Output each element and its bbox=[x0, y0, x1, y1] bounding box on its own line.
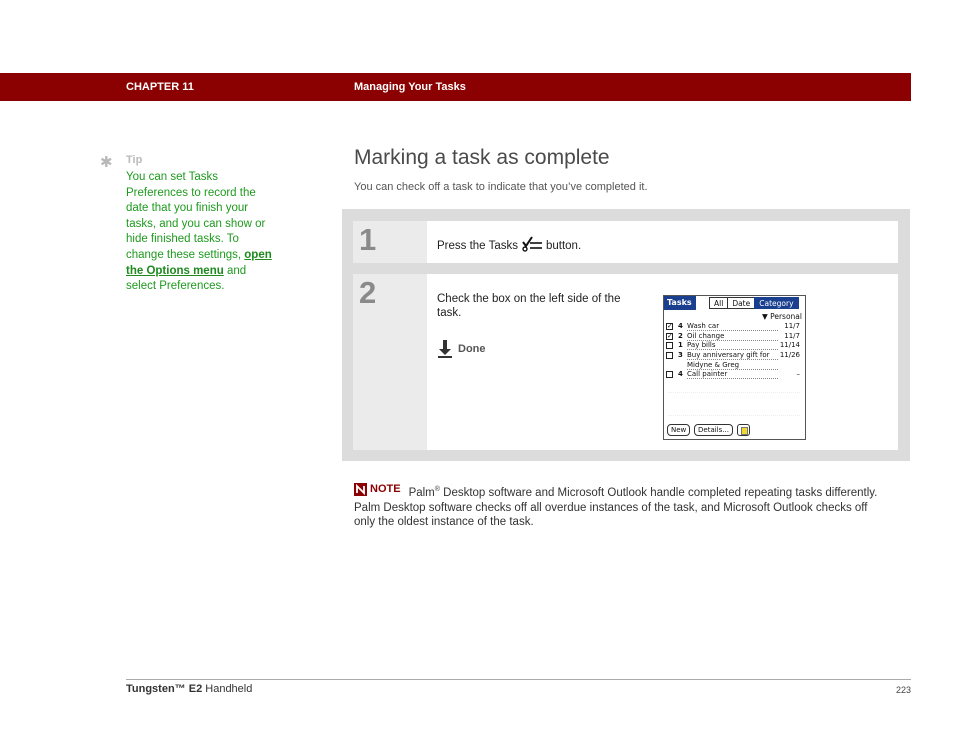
palm-title-bar: Tasks All Date Category bbox=[664, 296, 805, 310]
palm-button-bar: New Details... bbox=[664, 424, 805, 438]
asterisk-icon: ✱ bbox=[100, 154, 113, 171]
steps-panel: 1 Press the Tasks button. 2 Check the bo… bbox=[342, 209, 910, 461]
palm-empty-area bbox=[668, 392, 800, 416]
palm-task-row[interactable]: 4 Call painter – bbox=[666, 370, 804, 380]
task-due-date: – bbox=[796, 370, 801, 379]
step-number: 2 bbox=[359, 275, 377, 310]
done-arrow-icon bbox=[438, 340, 452, 358]
note-icon[interactable] bbox=[737, 424, 750, 436]
palm-task-list: ✓ 4 Wash car 11/7 ✓ 2 Oil change 11/7 1 … bbox=[666, 322, 804, 380]
task-checkbox[interactable] bbox=[666, 342, 673, 350]
step-1-text: Press the Tasks button. bbox=[437, 236, 581, 252]
palm-details-button[interactable]: Details... bbox=[694, 424, 733, 436]
task-checkbox[interactable]: ✓ bbox=[666, 323, 673, 330]
chapter-title: Managing Your Tasks bbox=[354, 81, 466, 93]
task-priority: 4 bbox=[678, 370, 683, 379]
note-label: NOTE bbox=[370, 483, 401, 495]
task-description: Wash car bbox=[687, 322, 720, 330]
step-1-text-after: button. bbox=[545, 240, 582, 252]
task-due-date: 11/14 bbox=[779, 341, 800, 350]
palm-task-row-continuation: Midyne & Greg bbox=[666, 361, 804, 371]
done-indicator: Done bbox=[437, 340, 486, 358]
step-2-text: Check the box on the left side of the ta… bbox=[437, 293, 621, 319]
footer-product: Tungsten™ E2 Handheld bbox=[126, 683, 252, 695]
step-1-text-before: Press the Tasks bbox=[437, 240, 518, 252]
task-priority: 1 bbox=[678, 341, 683, 350]
chapter-header-bar: CHAPTER 11 Managing Your Tasks bbox=[0, 73, 911, 101]
task-priority: 2 bbox=[678, 331, 683, 340]
task-description: Call painter bbox=[687, 370, 728, 379]
footer-product-name: Tungsten™ E2 bbox=[126, 683, 203, 695]
task-priority: 3 bbox=[678, 351, 683, 360]
section-title: Marking a task as complete bbox=[354, 146, 610, 169]
palm-task-row[interactable]: ✓ 4 Wash car 11/7 bbox=[666, 322, 804, 332]
footer-product-suffix: Handheld bbox=[202, 683, 253, 695]
step-1: 1 Press the Tasks button. bbox=[353, 221, 898, 263]
task-description: Buy anniversary gift for bbox=[687, 351, 770, 360]
note-icon bbox=[354, 482, 367, 496]
palm-tab-all[interactable]: All bbox=[709, 297, 729, 309]
palm-tab-bar: All Date Category bbox=[709, 297, 799, 309]
task-checkbox[interactable]: ✓ bbox=[666, 332, 673, 340]
tasks-button-icon bbox=[522, 236, 542, 252]
step-2: 2 Check the box on the left side of the … bbox=[353, 274, 898, 450]
dotted-leader bbox=[687, 378, 778, 380]
step-number-column: 2 bbox=[353, 274, 427, 450]
palm-category-selector[interactable]: ▼ Personal bbox=[762, 312, 802, 321]
note-brand: Palm bbox=[408, 486, 435, 499]
palm-task-row[interactable]: 1 Pay bills 11/14 bbox=[666, 341, 804, 351]
task-description: Midyne & Greg bbox=[687, 360, 740, 369]
palm-tasks-screenshot: Tasks All Date Category ▼ Personal ✓ 4 W… bbox=[663, 295, 806, 440]
done-label: Done bbox=[458, 343, 486, 355]
palm-task-row[interactable]: ✓ 2 Oil change 11/7 bbox=[666, 332, 804, 342]
palm-task-row[interactable]: 3 Buy anniversary gift for 11/26 bbox=[666, 351, 804, 361]
page-number: 223 bbox=[896, 685, 912, 695]
note-paragraph: NOTE Palm® Desktop software and Microsof… bbox=[354, 482, 890, 530]
task-due-date: 11/7 bbox=[784, 322, 800, 330]
tip-text: You can set Tasks Preferences to record … bbox=[126, 170, 276, 295]
note-heading: NOTE bbox=[354, 482, 401, 497]
task-due-date: 11/7 bbox=[784, 331, 800, 340]
task-due-date: 11/26 bbox=[779, 351, 800, 360]
tip-text-before: You can set Tasks Preferences to record … bbox=[126, 171, 266, 261]
task-checkbox[interactable] bbox=[666, 371, 673, 379]
task-description: Pay bills bbox=[687, 341, 716, 350]
step-number-column: 1 bbox=[353, 221, 427, 263]
task-priority: 4 bbox=[678, 322, 683, 330]
tip-label: Tip bbox=[126, 154, 143, 166]
chapter-number: CHAPTER 11 bbox=[126, 81, 194, 93]
palm-tab-date[interactable]: Date bbox=[727, 297, 756, 309]
palm-app-title: Tasks bbox=[664, 296, 696, 310]
palm-tab-category[interactable]: Category bbox=[754, 297, 799, 309]
step-number: 1 bbox=[359, 222, 377, 257]
footer-divider bbox=[126, 679, 911, 680]
palm-new-button[interactable]: New bbox=[667, 424, 691, 436]
task-checkbox[interactable] bbox=[666, 352, 673, 360]
task-description: Oil change bbox=[687, 331, 725, 340]
section-intro: You can check off a task to indicate tha… bbox=[354, 181, 648, 193]
